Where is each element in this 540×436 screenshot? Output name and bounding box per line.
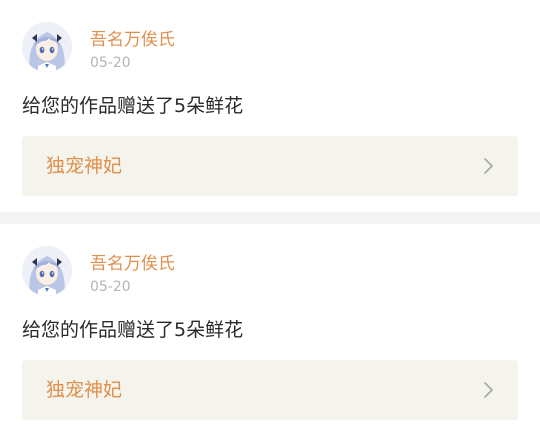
username[interactable]: 吾名万俟氏: [90, 30, 175, 50]
avatar[interactable]: [22, 22, 72, 72]
chevron-right-icon: [484, 382, 493, 398]
username[interactable]: 吾名万俟氏: [90, 254, 175, 274]
notification-card: 吾名万俟氏 05-20 给您的作品赠送了5朵鲜花 独宠神妃: [0, 0, 540, 212]
notification-message: 给您的作品赠送了5朵鲜花: [22, 319, 244, 341]
work-link[interactable]: 独宠神妃: [22, 360, 518, 420]
chevron-right-icon: [484, 158, 493, 174]
avatar[interactable]: [22, 246, 72, 296]
notification-message: 给您的作品赠送了5朵鲜花: [22, 95, 244, 117]
work-link[interactable]: 独宠神妃: [22, 136, 518, 196]
anime-girl-avatar-icon: [22, 246, 72, 296]
timestamp: 05-20: [90, 55, 131, 71]
anime-girl-avatar-icon: [22, 22, 72, 72]
timestamp: 05-20: [90, 279, 131, 295]
card-separator: [0, 212, 540, 224]
work-title: 独宠神妃: [46, 379, 123, 401]
notification-card: 吾名万俟氏 05-20 给您的作品赠送了5朵鲜花 独宠神妃: [0, 224, 540, 436]
work-title: 独宠神妃: [46, 155, 123, 177]
notification-feed: 吾名万俟氏 05-20 给您的作品赠送了5朵鲜花 独宠神妃 吾名万俟氏 05-2…: [0, 0, 540, 436]
